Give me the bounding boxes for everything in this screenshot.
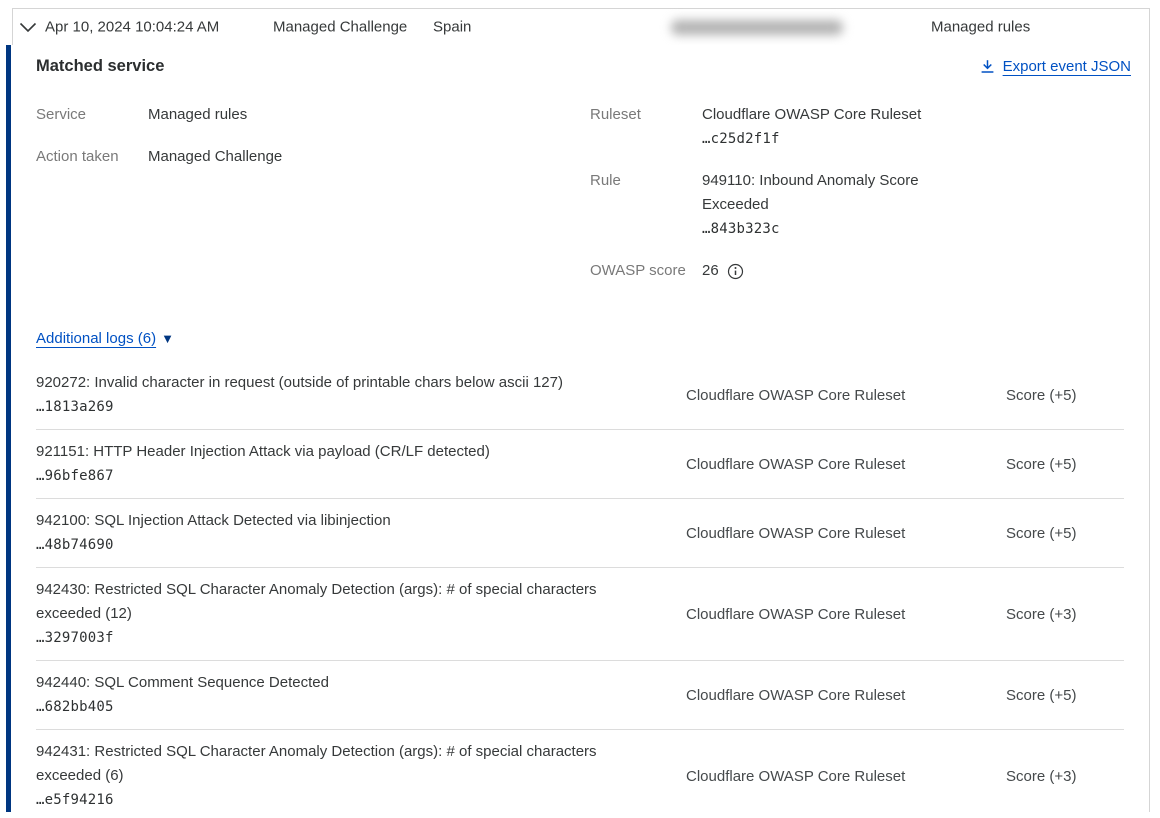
log-rule-title: 942100: SQL Injection Attack Detected vi… <box>36 509 628 533</box>
field-label: Ruleset <box>590 103 702 151</box>
info-icon[interactable] <box>727 263 744 280</box>
log-ruleset-name: Cloudflare OWASP Core Ruleset <box>686 525 1006 542</box>
log-ruleset-name: Cloudflare OWASP Core Ruleset <box>686 687 1006 704</box>
log-rule-hash: …48b74690 <box>36 533 628 557</box>
event-country: Spain <box>433 19 471 36</box>
field-label: OWASP score <box>590 259 702 283</box>
field-ruleset: Ruleset Cloudflare OWASP Core Ruleset …c… <box>590 103 1124 151</box>
event-row-header[interactable]: Apr 10, 2024 10:04:24 AM Managed Challen… <box>13 9 1149 45</box>
log-rule-title: 942430: Restricted SQL Character Anomaly… <box>36 578 628 626</box>
event-detail-panel: Matched service Export event JSON Servic… <box>6 45 1149 812</box>
event-action: Managed Challenge <box>273 19 407 36</box>
log-ruleset-name: Cloudflare OWASP Core Ruleset <box>686 606 1006 623</box>
log-row: 942440: SQL Comment Sequence Detected …6… <box>36 661 1124 730</box>
log-score-badge: Score (+3) <box>1006 606 1124 623</box>
event-log-card: Apr 10, 2024 10:04:24 AM Managed Challen… <box>12 8 1150 812</box>
field-owasp-score: OWASP score 26 <box>590 259 1124 283</box>
log-row: 942431: Restricted SQL Character Anomaly… <box>36 730 1124 812</box>
event-timestamp: Apr 10, 2024 10:04:24 AM <box>45 19 219 36</box>
log-row: 942430: Restricted SQL Character Anomaly… <box>36 568 1124 661</box>
field-value: 949110: Inbound Anomaly Score Exceeded <box>702 169 947 217</box>
event-service: Managed rules <box>931 19 1030 36</box>
log-ruleset-name: Cloudflare OWASP Core Ruleset <box>686 456 1006 473</box>
field-label: Service <box>36 103 148 127</box>
rule-id-hash: …843b323c <box>702 217 947 241</box>
log-row: 942100: SQL Injection Attack Detected vi… <box>36 499 1124 568</box>
log-rule-hash: …3297003f <box>36 626 628 650</box>
ruleset-id-hash: …c25d2f1f <box>702 127 921 151</box>
redacted-host-value <box>671 20 843 35</box>
additional-logs-toggle[interactable]: Additional logs (6) ▼ <box>36 330 174 347</box>
matched-service-fields: Service Managed rules Action taken Manag… <box>36 103 1124 301</box>
log-rule-hash: …e5f94216 <box>36 788 628 812</box>
log-row: 921151: HTTP Header Injection Attack via… <box>36 430 1124 499</box>
export-link-label: Export event JSON <box>1003 58 1131 75</box>
log-row: 920272: Invalid character in request (ou… <box>36 361 1124 430</box>
field-service: Service Managed rules <box>36 103 590 127</box>
field-value: Cloudflare OWASP Core Ruleset <box>702 103 921 127</box>
log-score-badge: Score (+5) <box>1006 387 1124 404</box>
log-ruleset-name: Cloudflare OWASP Core Ruleset <box>686 387 1006 404</box>
additional-logs-label: Additional logs (6) <box>36 330 156 347</box>
log-score-badge: Score (+5) <box>1006 525 1124 542</box>
additional-logs-list: 920272: Invalid character in request (ou… <box>36 361 1124 812</box>
log-score-badge: Score (+5) <box>1006 456 1124 473</box>
log-rule-title: 921151: HTTP Header Injection Attack via… <box>36 440 628 464</box>
log-score-badge: Score (+3) <box>1006 768 1124 785</box>
field-label: Action taken <box>36 145 148 169</box>
field-value: Managed rules <box>148 103 247 127</box>
chevron-down-icon[interactable] <box>19 22 37 33</box>
field-rule: Rule 949110: Inbound Anomaly Score Excee… <box>590 169 1124 241</box>
log-rule-title: 942440: SQL Comment Sequence Detected <box>36 671 628 695</box>
log-ruleset-name: Cloudflare OWASP Core Ruleset <box>686 768 1006 785</box>
export-event-json-link[interactable]: Export event JSON <box>980 58 1131 75</box>
owasp-score-value: 26 <box>702 259 719 283</box>
download-icon <box>980 59 995 74</box>
caret-down-icon: ▼ <box>161 332 174 345</box>
field-label: Rule <box>590 169 702 241</box>
log-rule-title: 920272: Invalid character in request (ou… <box>36 371 628 395</box>
log-rule-title: 942431: Restricted SQL Character Anomaly… <box>36 740 628 788</box>
field-value: Managed Challenge <box>148 145 282 169</box>
field-action-taken: Action taken Managed Challenge <box>36 145 590 169</box>
log-rule-hash: …1813a269 <box>36 395 628 419</box>
panel-title: Matched service <box>36 57 1124 76</box>
log-rule-hash: …96bfe867 <box>36 464 628 488</box>
log-rule-hash: …682bb405 <box>36 695 628 719</box>
log-score-badge: Score (+5) <box>1006 687 1124 704</box>
